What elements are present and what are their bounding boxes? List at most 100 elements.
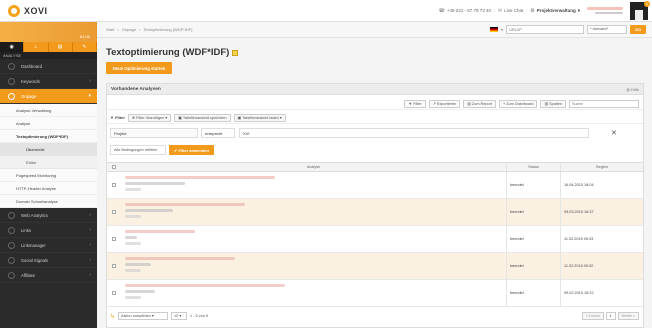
breadcrumb-bar: Start › Onpage › Textoptimierung (WDF*ID… (97, 22, 652, 38)
analysis-meta (125, 215, 141, 218)
bulk-action-label: Aktion auswählen (121, 314, 151, 318)
analysis-url[interactable] (125, 257, 235, 260)
sidebar-header: 61,00 (0, 22, 97, 42)
project-management-menu[interactable]: ⚙ Projektverwaltung ▾ (530, 8, 580, 14)
sidebar-item-linkmanager[interactable]: Linkmanager › (0, 238, 97, 253)
analysis-url[interactable] (125, 230, 195, 233)
sidebar-subitem-overview[interactable]: Übersicht (0, 143, 97, 156)
germany-flag-icon[interactable] (489, 27, 498, 32)
tab-settings[interactable]: ✎ (72, 42, 97, 52)
pagination-page-button[interactable]: 1 (605, 312, 616, 320)
analysis-cell[interactable] (121, 199, 507, 225)
sidebar-item-dashboard[interactable]: Dashboard (0, 59, 97, 74)
tab-analyse[interactable]: ◉ (0, 42, 25, 52)
filter-toggle-button[interactable]: ▼ Filter (404, 99, 426, 108)
add-filter-button[interactable]: ⊕ Filter hinzufügen ▾ (127, 113, 172, 122)
sidebar-subitem-text-optimization[interactable]: Textoptimierung (WDF*IDF) (0, 130, 97, 143)
new-optimization-button[interactable]: Neue Optimierung starten (106, 62, 172, 74)
tab-reports[interactable]: ▤ (48, 42, 73, 52)
avatar[interactable]: 1 (630, 0, 650, 20)
sidebar-item-label: Links (21, 227, 32, 233)
status-cell: beendet (507, 199, 561, 225)
sidebar-subitem-analysis[interactable]: Analyse (0, 117, 97, 130)
row-checkbox[interactable] (111, 209, 117, 215)
filter-operator-select[interactable]: entspricht (201, 128, 235, 138)
table-row[interactable]: beendet 16.04.2015 18:04 (107, 172, 643, 199)
analysis-cell[interactable] (121, 280, 507, 306)
row-checkbox[interactable] (111, 236, 117, 242)
date-cell: 11.02.2015 09:33 (564, 237, 594, 241)
export-button[interactable]: ↗ Exportieren (428, 99, 461, 108)
analysis-url[interactable] (125, 284, 285, 287)
domain-scope-select[interactable]: *.domain/* (587, 25, 627, 34)
logo-mark-icon (8, 4, 20, 17)
table-row[interactable]: beendet 11.02.2015 09:32 (107, 253, 643, 280)
phone-icon: ☎ (438, 7, 445, 14)
table-row[interactable]: beendet 09.03.2015 16:37 (107, 199, 643, 226)
analysis-cell[interactable] (121, 226, 507, 252)
onpage-icon (8, 92, 15, 100)
columns-button[interactable]: ▥ Spalten (540, 99, 566, 108)
column-header-beginn[interactable]: Beginn (561, 163, 643, 171)
table-row[interactable]: beendet 11.02.2015 09:33 (107, 226, 643, 253)
remove-filter-icon[interactable]: ✕ (611, 129, 617, 137)
column-header-status[interactable]: Status (507, 163, 561, 171)
select-all-checkbox[interactable] (111, 164, 117, 170)
apply-filter-button[interactable]: ✔ Filter anwenden (169, 145, 214, 155)
filter-bar: ▼ Filter ⊕ Filter hinzufügen ▾ ▣ Tabelle… (107, 112, 643, 124)
to-report-button[interactable]: ▤ Zum Report (463, 99, 496, 108)
row-checkbox[interactable] (111, 182, 117, 188)
main-content: Start › Onpage › Textoptimierung (WDF*ID… (97, 22, 652, 328)
help-icon: ◍ (626, 86, 630, 92)
user-subtitle (595, 12, 623, 14)
analysis-meta (125, 296, 141, 299)
analysis-keyword (125, 209, 173, 212)
analysis-url[interactable] (125, 203, 245, 206)
to-dashboard-button[interactable]: + Zum Dashboard (498, 99, 538, 108)
analysis-url[interactable] (125, 176, 275, 179)
sidebar-item-links[interactable]: Links › (0, 223, 97, 238)
url-input[interactable] (506, 25, 584, 34)
status-cell: beendet (507, 253, 561, 279)
info-icon[interactable] (232, 49, 239, 56)
result-range: 1 - 5 von 5 (190, 314, 208, 318)
go-button[interactable]: GO (630, 25, 646, 34)
row-checkbox[interactable] (111, 290, 117, 296)
logo[interactable]: XOVI (0, 4, 98, 17)
table-row[interactable]: beendet 09.02.2015 15:22 (107, 280, 643, 307)
pagination-prev-button[interactable]: « Zurück (581, 312, 604, 320)
load-view-button[interactable]: ▣ Tabellenansicht laden ▾ (233, 113, 286, 122)
save-view-button[interactable]: ▣ Tabellenansicht speichern (174, 113, 231, 122)
bulk-action-select[interactable]: Aktion auswählen ▾ (118, 312, 169, 320)
column-header-analyse[interactable]: Analyse (121, 163, 507, 171)
sidebar-subitem-editor[interactable]: Editor (0, 156, 97, 169)
affiliate-icon (8, 271, 15, 279)
sidebar-subitem-analysis-management[interactable]: Analyse-Verwaltung (0, 104, 97, 117)
analysis-cell[interactable] (121, 253, 507, 279)
sidebar-item-web-analytics[interactable]: Web Analytics › (0, 208, 97, 223)
analysis-cell[interactable] (121, 172, 507, 198)
help-label: Hilfe (630, 86, 639, 92)
user-menu[interactable] (587, 7, 623, 14)
sidebar-item-social-signals[interactable]: Social Signals › (0, 253, 97, 268)
sidebar-subitem-domain-quick[interactable]: Domain Schnellanalyse (0, 195, 97, 208)
sidebar-subitem-http-header[interactable]: HTTP-Header Analyse (0, 182, 97, 195)
sidebar-item-onpage[interactable]: Onpage ▾ (0, 89, 97, 104)
sidebar-item-keywords[interactable]: Keywords › (0, 74, 97, 89)
pagination-next-button[interactable]: Weiter » (617, 312, 639, 320)
bulk-arrow-icon: ↳ (110, 313, 116, 320)
breadcrumb-item-onpage[interactable]: Onpage (122, 27, 136, 32)
sidebar-item-label: Keywords (21, 78, 40, 84)
tab-home[interactable]: ⌂ (24, 42, 49, 52)
breadcrumb-item-start[interactable]: Start (106, 27, 114, 32)
sidebar-subitem-pagespeed[interactable]: Pagespeed Monitoring (0, 169, 97, 182)
help-link[interactable]: ◍ Hilfe (626, 87, 639, 92)
table-search-input[interactable] (569, 99, 639, 108)
condition-mode-select[interactable]: Alle Bedingungen erfüllen (110, 145, 166, 155)
row-checkbox[interactable] (111, 263, 117, 269)
sidebar-item-affiliate[interactable]: Affiliate › (0, 268, 97, 283)
check-icon: ✔ (174, 147, 178, 153)
filter-value-select[interactable]: XVI (239, 128, 589, 138)
page-size-select[interactable]: 10 ▾ (171, 312, 188, 320)
live-chat-link[interactable]: ✉ Live Chat (498, 8, 523, 14)
